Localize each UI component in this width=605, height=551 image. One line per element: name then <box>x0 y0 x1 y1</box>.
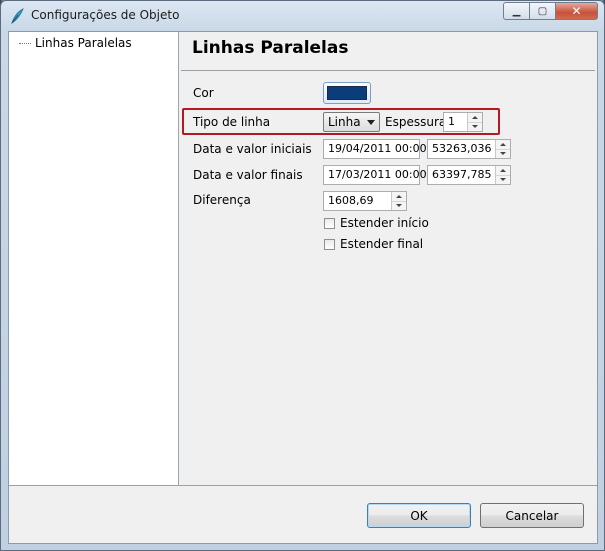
footer-divider <box>9 485 597 486</box>
color-picker-button[interactable] <box>323 82 371 104</box>
ok-button[interactable]: OK <box>367 503 471 528</box>
difference-label: Diferença <box>193 193 251 207</box>
end-value: 63397,785 <box>432 168 492 181</box>
line-type-value: Linha <box>328 115 361 129</box>
end-date-value: 17/03/2011 00:00 <box>328 168 427 181</box>
title-bar[interactable]: Configurações de Objeto ▁ ▢ ✕ <box>1 1 604 31</box>
line-type-select[interactable]: Linha <box>323 112 380 132</box>
start-date-field[interactable]: 19/04/2011 00:00 <box>323 139 427 159</box>
maximize-button[interactable]: ▢ <box>529 2 555 20</box>
extend-start-label: Estender início <box>340 216 429 230</box>
minimize-button[interactable]: ▁ <box>503 2 529 20</box>
dialog-window: Configurações de Objeto ▁ ▢ ✕ Linhas Par… <box>0 0 605 551</box>
end-value-stepper[interactable]: 63397,785 <box>427 165 511 185</box>
maximize-icon: ▢ <box>537 5 548 17</box>
cancel-button[interactable]: Cancelar <box>480 503 584 528</box>
end-label: Data e valor finais <box>193 168 303 182</box>
minimize-icon: ▁ <box>512 5 521 17</box>
start-value-stepper[interactable]: 53263,036 <box>427 139 511 159</box>
spin-down-button[interactable] <box>496 175 510 184</box>
thickness-value: 1 <box>448 115 455 128</box>
panel-title: Linhas Paralelas <box>192 38 349 58</box>
object-tree: Linhas Paralelas <box>9 32 179 485</box>
chevron-up-icon <box>500 143 506 146</box>
color-label: Cor <box>193 86 214 100</box>
dropdown-arrow-icon <box>367 120 375 125</box>
thickness-spin <box>467 113 482 131</box>
extend-end-label: Estender final <box>340 237 424 251</box>
settings-panel: Linhas Paralelas Cor Tipo de linha Linha… <box>179 32 597 485</box>
line-type-label: Tipo de linha <box>193 115 271 129</box>
chevron-down-icon <box>500 178 506 181</box>
chevron-up-icon <box>500 169 506 172</box>
difference-stepper[interactable]: 1608,69 <box>323 191 407 211</box>
end-date-field[interactable]: 17/03/2011 00:00 <box>323 165 427 185</box>
start-value: 53263,036 <box>432 142 492 155</box>
color-swatch <box>327 86 367 100</box>
start-value-spin <box>495 140 510 158</box>
title-divider <box>181 70 595 71</box>
caption-buttons: ▁ ▢ ✕ <box>503 2 598 21</box>
chevron-down-icon <box>472 125 478 128</box>
thickness-stepper[interactable]: 1 <box>443 112 483 132</box>
close-icon: ✕ <box>571 4 582 18</box>
spin-down-button[interactable] <box>392 201 406 210</box>
chevron-up-icon <box>396 195 402 198</box>
difference-spin <box>391 192 406 210</box>
thickness-label: Espessura <box>385 115 447 129</box>
start-date-value: 19/04/2011 00:00 <box>328 142 427 155</box>
chevron-down-icon <box>396 204 402 207</box>
spin-down-button[interactable] <box>468 122 482 131</box>
close-button[interactable]: ✕ <box>555 2 598 20</box>
chevron-up-icon <box>472 116 478 119</box>
feather-icon <box>11 8 24 24</box>
chevron-down-icon <box>500 152 506 155</box>
start-label: Data e valor iniciais <box>193 142 312 156</box>
window-title: Configurações de Objeto <box>31 8 180 22</box>
end-value-spin <box>495 166 510 184</box>
extend-start-checkbox[interactable] <box>324 218 335 229</box>
tree-item-linhas-paralelas[interactable]: Linhas Paralelas <box>33 36 134 50</box>
extend-end-checkbox[interactable] <box>324 239 335 250</box>
tree-connector <box>19 43 31 44</box>
spin-down-button[interactable] <box>496 149 510 158</box>
difference-value: 1608,69 <box>328 194 374 207</box>
dialog-client-area: Linhas Paralelas Linhas Paralelas Cor Ti… <box>8 31 598 544</box>
